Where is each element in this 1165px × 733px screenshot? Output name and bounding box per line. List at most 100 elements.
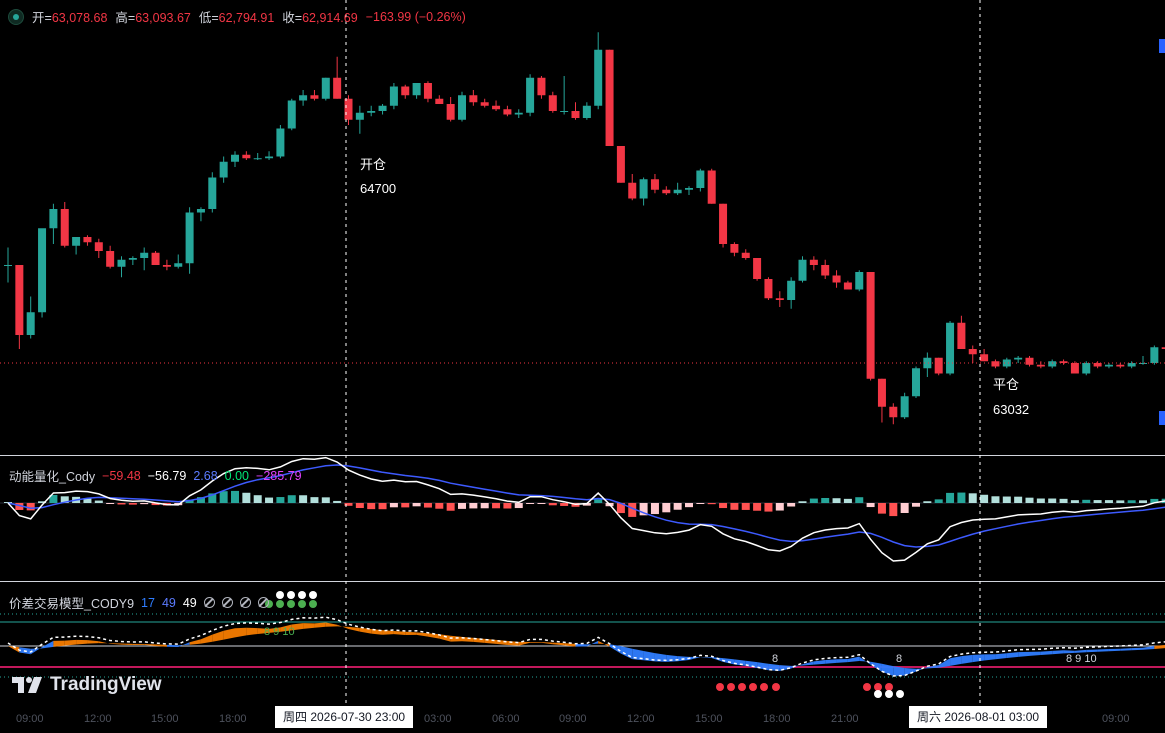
spread-area-segment [132, 643, 145, 646]
spread-area-segment [121, 643, 133, 646]
candle-body [1093, 363, 1102, 367]
tradingview-logo[interactable]: TradingView [12, 674, 162, 696]
histogram-bar [117, 503, 126, 505]
candle-body [321, 77, 330, 99]
histogram-bar [889, 503, 898, 517]
signal-dot [760, 683, 768, 691]
right-edge-marker-top[interactable] [1159, 39, 1165, 53]
spread-area-segment [166, 644, 179, 647]
histogram-bar [321, 497, 330, 503]
crosshair-time-tag-2: 周六 2026-08-01 03:00 [909, 706, 1048, 728]
spread-area-segment [337, 624, 349, 629]
signal-label-a: 8 9 10 [264, 626, 295, 638]
tradingview-logo-icon [12, 677, 42, 693]
candle-body [469, 95, 478, 103]
histogram-bar [480, 503, 489, 509]
candle-body [208, 177, 217, 209]
signal-dot [276, 600, 284, 608]
histogram-bar [446, 503, 455, 511]
price-chart[interactable] [0, 0, 1165, 733]
candle-body [435, 98, 444, 104]
spread-area-segment [1097, 649, 1109, 652]
histogram-bar [685, 503, 693, 508]
histogram-bar [650, 503, 659, 515]
histogram-bar [503, 503, 512, 509]
histogram-bar [140, 503, 149, 505]
time-label: 15:00 [695, 713, 723, 725]
histogram-bar [707, 503, 716, 505]
na-value-icon [257, 597, 269, 608]
spread-area-segment [995, 653, 1007, 660]
candle-body [49, 209, 58, 229]
histogram-bar [832, 498, 841, 503]
symbol-status-icon[interactable] [8, 8, 24, 25]
tradingview-logo-text: TradingView [50, 674, 162, 695]
candle-body [1116, 364, 1125, 367]
histogram-bar [355, 503, 364, 509]
candle-body [866, 272, 875, 379]
signal-dot [298, 600, 306, 608]
histogram-bar [821, 497, 830, 503]
spread-area-segment [1029, 651, 1041, 656]
spread-area-segment [1018, 651, 1030, 657]
close-position-label: 平仓 [993, 377, 1020, 392]
histogram-bar [912, 503, 920, 507]
histogram-bar [764, 503, 773, 512]
time-label: 12:00 [84, 713, 112, 725]
candle-body [378, 105, 387, 111]
indicator2-name: 价差交易模型_CODY9 [9, 597, 135, 611]
spread-area-segment [1086, 649, 1098, 653]
time-label: 18:00 [763, 713, 791, 725]
histogram-bar [809, 498, 818, 503]
spread-area-segment [984, 654, 996, 661]
candle-body [492, 105, 501, 110]
candle-body [344, 98, 353, 120]
time-label: 12:00 [627, 713, 655, 725]
histogram-bar [1014, 496, 1023, 503]
signal-dot [863, 683, 871, 691]
close-value: 62,914.69 [302, 11, 358, 25]
candle-body [412, 83, 421, 96]
spread-area-segment [314, 622, 326, 628]
histogram-bar [991, 496, 1000, 503]
candle-body [276, 128, 285, 157]
candle-body [855, 272, 864, 290]
indicator1-value-4: 0.00 [224, 468, 250, 483]
candle-body [299, 95, 308, 101]
candle-body [571, 111, 580, 118]
candle-body [458, 95, 466, 120]
histogram-bar [514, 503, 523, 509]
candle-body [900, 396, 909, 418]
histogram-bar [231, 490, 239, 503]
candle-body [639, 179, 648, 199]
spread-area-segment [405, 631, 417, 636]
candle-body [560, 111, 569, 112]
candle-body [1048, 361, 1057, 367]
candle-body [174, 263, 183, 267]
histogram-bar [537, 503, 546, 504]
spread-area-segment [666, 654, 678, 662]
candle-body [514, 112, 523, 115]
histogram-bar [469, 503, 478, 509]
histogram-bar [401, 503, 410, 508]
spread-area-segment [813, 659, 826, 665]
candle-body [1104, 364, 1113, 367]
histogram-bar [253, 495, 262, 503]
histogram-bar [276, 497, 285, 503]
candle-body [889, 406, 898, 418]
candle-body [526, 77, 535, 113]
spread-area-segment [42, 640, 54, 649]
histogram-bar [1002, 496, 1011, 503]
histogram-bar [1070, 500, 1079, 503]
candle-body [72, 237, 81, 246]
right-edge-marker-bottom[interactable] [1159, 411, 1165, 425]
spread-area-segment [348, 626, 360, 632]
histogram-bar [560, 503, 569, 506]
histogram-bar [423, 503, 432, 508]
spread-area-segment [303, 623, 315, 629]
time-label: 06:00 [492, 713, 520, 725]
spread-area-segment [541, 642, 553, 645]
candle-body [26, 312, 35, 335]
indicator1-legend[interactable]: 动能量化_Cody −59.48 −56.79 2.68 0.00 −285.7… [9, 466, 302, 485]
indicator2-legend[interactable]: 价差交易模型_CODY9 17 49 49 [9, 593, 269, 612]
